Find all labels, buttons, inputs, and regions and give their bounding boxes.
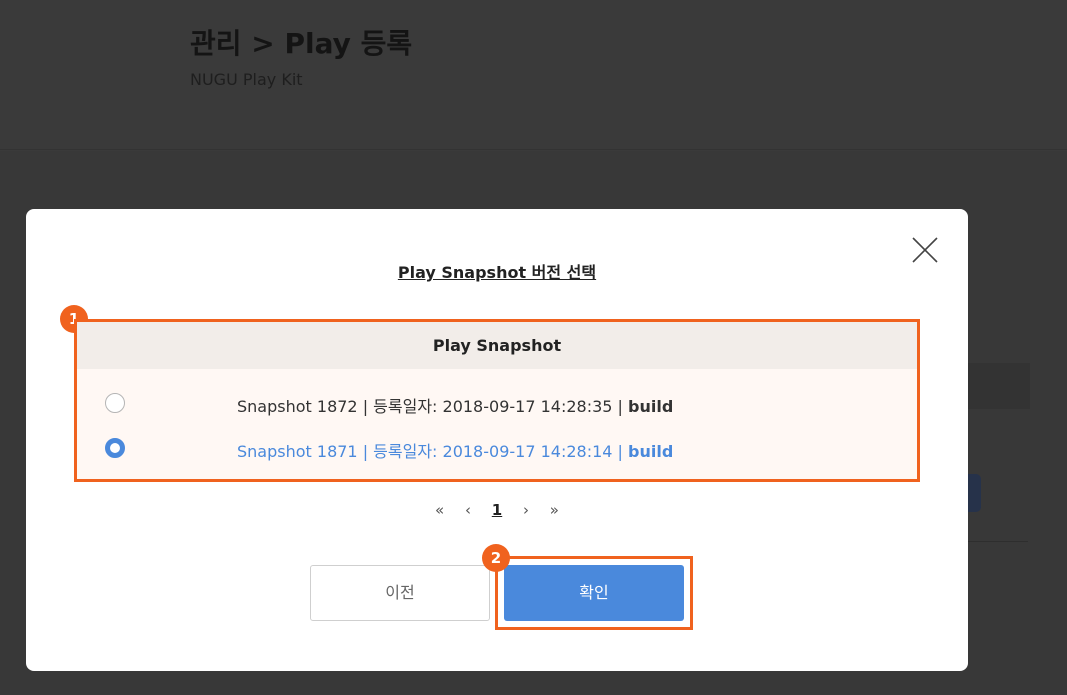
snapshot-table-header: Play Snapshot xyxy=(77,322,917,369)
annotation-badge-2: 2 xyxy=(482,544,510,572)
prev-page-button[interactable]: ‹ xyxy=(465,501,471,519)
snapshot-table: Play Snapshot Snapshot 1872 | 등록일자: 2018… xyxy=(74,319,920,482)
snapshot-row[interactable]: Snapshot 1872 | 등록일자: 2018-09-17 14:28:3… xyxy=(77,381,917,421)
background-panel xyxy=(960,363,1030,409)
prev-button[interactable]: 이전 xyxy=(310,565,490,621)
last-page-button[interactable]: » xyxy=(550,501,559,519)
snapshot-label: Snapshot 1872 | 등록일자: 2018-09-17 14:28:3… xyxy=(237,397,674,416)
pagination: « ‹ 1 › » xyxy=(26,501,968,519)
build-tag: build xyxy=(628,442,674,461)
snapshot-radio[interactable] xyxy=(105,393,125,413)
next-page-button[interactable]: › xyxy=(523,501,529,519)
page-subtitle: NUGU Play Kit xyxy=(190,70,303,89)
snapshot-label: Snapshot 1871 | 등록일자: 2018-09-17 14:28:1… xyxy=(237,442,674,461)
page-title: 관리 > Play 등록 xyxy=(190,27,413,60)
page-header: 관리 > Play 등록 NUGU Play Kit xyxy=(0,0,1067,150)
confirm-button[interactable]: 확인 xyxy=(504,565,684,621)
snapshot-radio-checked[interactable] xyxy=(105,438,125,458)
snapshot-select-modal: Play Snapshot 버전 선택 1 Play Snapshot Snap… xyxy=(26,209,968,671)
current-page[interactable]: 1 xyxy=(492,501,502,519)
build-tag: build xyxy=(628,397,674,416)
snapshot-row-selected[interactable]: Snapshot 1871 | 등록일자: 2018-09-17 14:28:1… xyxy=(77,426,917,466)
first-page-button[interactable]: « xyxy=(435,501,444,519)
background-divider xyxy=(968,541,1028,542)
modal-title: Play Snapshot 버전 선택 xyxy=(397,263,597,282)
